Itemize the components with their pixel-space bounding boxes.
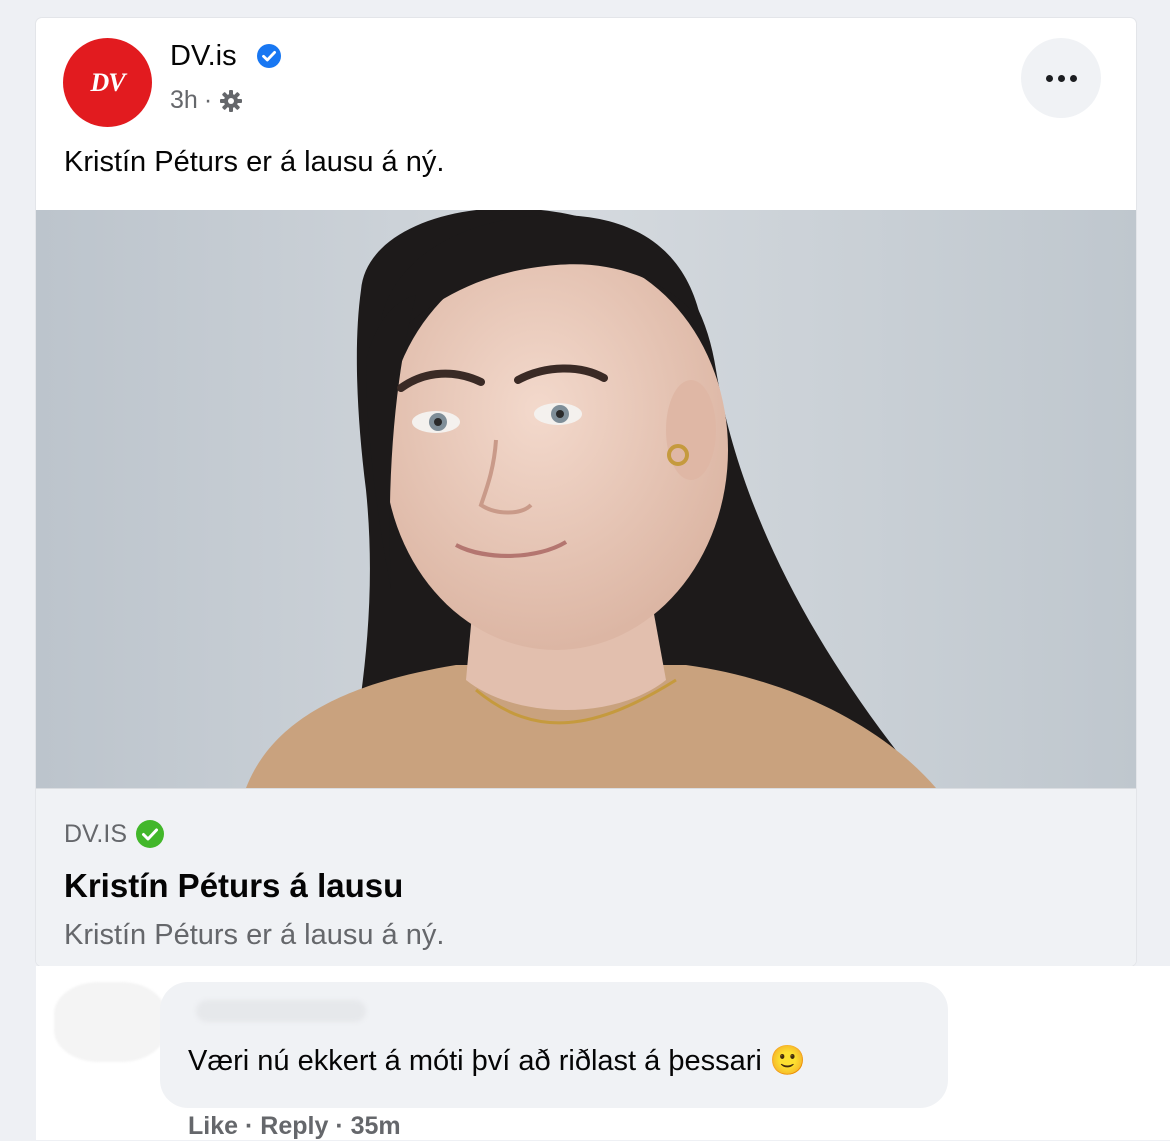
post-text: Kristín Péturs er á lausu á ný.	[64, 146, 445, 178]
more-options-button[interactable]	[1021, 38, 1101, 118]
post-time[interactable]: 3h	[170, 86, 198, 115]
post-meta: 3h ·	[170, 86, 244, 115]
commenter-name-redacted[interactable]	[196, 1000, 366, 1022]
meta-separator: ·	[203, 86, 213, 114]
comment-text: Væri nú ekkert á móti því að riðlast á þ…	[188, 1044, 806, 1078]
comment-time[interactable]: 35m	[351, 1112, 401, 1140]
action-separator: ·	[335, 1112, 344, 1140]
post-header: DV DV.is 3h · Kristín Péturs er á lausu …	[36, 18, 1136, 178]
more-icon	[1045, 74, 1053, 82]
page-avatar[interactable]: DV	[63, 38, 152, 127]
action-separator: ·	[244, 1112, 254, 1140]
verified-badge-icon	[257, 44, 281, 68]
post-photo[interactable]	[36, 210, 1136, 788]
commenter-avatar[interactable]	[54, 982, 166, 1062]
link-preview[interactable]: DV.IS Kristín Péturs á lausu Kristín Pét…	[36, 788, 1136, 966]
smile-emoji-icon: 🙂	[769, 1045, 806, 1077]
link-description: Kristín Péturs er á lausu á ný.	[64, 919, 445, 951]
comment-actions: Like · Reply · 35m	[188, 1112, 401, 1141]
reply-link[interactable]: Reply	[260, 1112, 328, 1140]
post-card: DV DV.is 3h · Kristín Péturs er á lausu …	[36, 18, 1136, 966]
more-icon-dot	[1069, 74, 1077, 82]
comment-section: Væri nú ekkert á móti því að riðlast á þ…	[36, 966, 1170, 1140]
avatar-logo-text: DV	[90, 67, 125, 97]
like-link[interactable]: Like	[188, 1112, 238, 1140]
verified-check-icon	[136, 820, 165, 848]
more-icon-dot	[1057, 74, 1065, 82]
portrait-photo-illustration	[36, 210, 1136, 788]
gear-icon[interactable]	[218, 88, 244, 114]
link-domain-row: DV.IS	[64, 819, 165, 849]
link-domain: DV.IS	[64, 819, 128, 848]
page-name[interactable]: DV.is	[170, 40, 237, 73]
comment-bubble: Væri nú ekkert á móti því að riðlast á þ…	[160, 982, 948, 1108]
link-title[interactable]: Kristín Péturs á lausu	[64, 867, 403, 905]
comment-body: Væri nú ekkert á móti því að riðlast á þ…	[188, 1045, 762, 1077]
